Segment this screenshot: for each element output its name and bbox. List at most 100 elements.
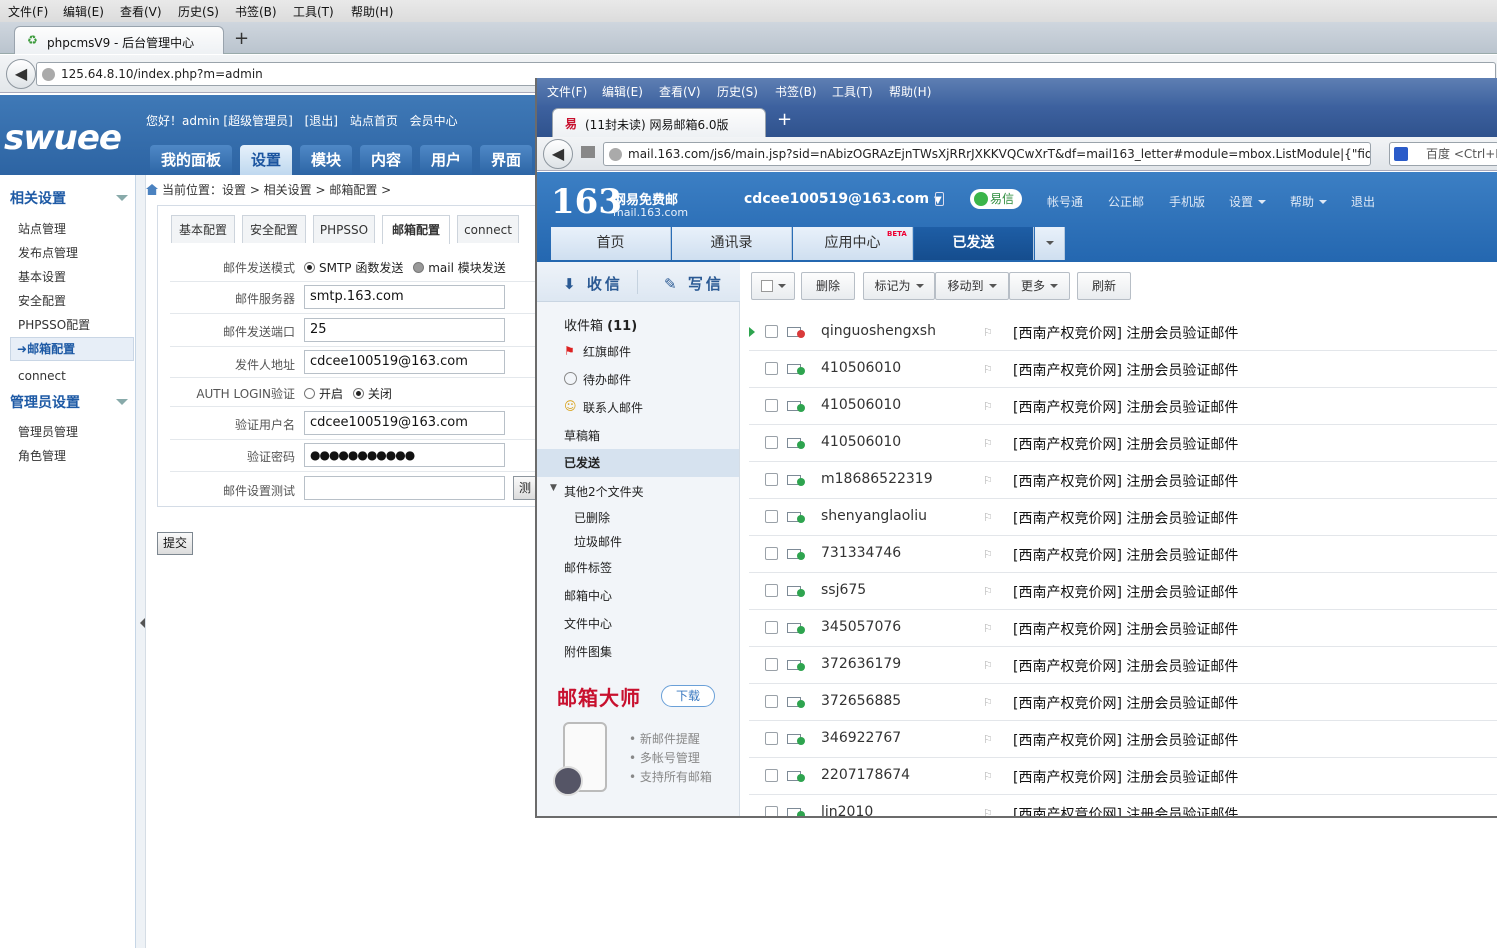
nav-drafts[interactable]: 草稿箱 [564,427,600,444]
mail-row[interactable]: 410506010 ⚐ [西南产权竞价网] 注册会员验证邮件 [749,351,1497,388]
subtab-connect[interactable]: connect [457,215,519,243]
row-checkbox[interactable] [765,806,778,816]
menu-bookmarks[interactable]: 书签(B) [235,3,277,20]
search-box[interactable]: 百度 <Ctrl+K> [1389,142,1497,166]
php-tab-content[interactable]: 内容 [360,145,412,175]
subtab-phpsso[interactable]: PHPSSO [313,215,375,243]
test-input[interactable] [304,476,505,500]
flag-icon[interactable]: ⚐ [983,326,993,339]
menu-file[interactable]: 文件(F) [8,3,48,20]
move-to-button[interactable]: 移动到 [935,272,1009,300]
server-input[interactable]: smtp.163.com [304,285,505,309]
php-tab-settings[interactable]: 设置 [240,145,292,175]
flag-icon[interactable]: ⚐ [983,733,993,746]
sidebar-item-mail[interactable]: ➜邮箱配置 [10,337,134,361]
mail-tab-home[interactable]: 首页 [551,227,671,260]
row-checkbox[interactable] [765,399,778,412]
menu-help[interactable]: 帮助(H) [351,3,393,20]
sidebar-item-phpsso[interactable]: PHPSSO配置 [18,316,90,333]
mail-row[interactable]: shenyanglaoliu ⚐ [西南产权竞价网] 注册会员验证邮件 [749,499,1497,536]
mail-row[interactable]: 731334746 ⚐ [西南产权竞价网] 注册会员验证邮件 [749,536,1497,573]
receive-button[interactable]: ⬇ 收信 [563,273,623,294]
row-checkbox[interactable] [765,584,778,597]
group-related-settings[interactable]: 相关设置 [10,188,66,208]
mail-row[interactable]: qinguoshengxsh ⚐ [西南产权竞价网] 注册会员验证邮件 [749,314,1497,351]
row-checkbox[interactable] [765,362,778,375]
php-tab-panel[interactable]: 我的面板 [150,145,232,175]
row-checkbox[interactable] [765,473,778,486]
yixin-button[interactable]: 易信 [970,189,1022,209]
submit-button[interactable]: 提交 [157,532,193,555]
mail-tab-apps[interactable]: 应用中心 BETA [793,227,913,260]
flag-icon[interactable]: ⚐ [983,511,993,524]
mail-tab-more[interactable] [1035,227,1065,260]
flag-icon[interactable]: ⚐ [983,400,993,413]
mail-row[interactable]: 346922767 ⚐ [西南产权竞价网] 注册会员验证邮件 [749,721,1497,758]
mail-row[interactable]: ssj675 ⚐ [西南产权竞价网] 注册会员验证邮件 [749,573,1497,610]
select-all-checkbox[interactable] [751,272,795,300]
w2-back-button[interactable]: ◀ [543,139,573,169]
flag-icon[interactable]: ⚐ [983,585,993,598]
subtab-security[interactable]: 安全配置 [242,215,306,243]
menu-tools[interactable]: 工具(T) [293,3,334,20]
sidebar-item-site[interactable]: 站点管理 [18,220,66,237]
link-mobile[interactable]: 手机版 [1169,193,1205,210]
site-home-link[interactable]: 站点首页 [350,114,398,128]
sidebar-item-security[interactable]: 安全配置 [18,292,66,309]
nav-spam[interactable]: 垃圾邮件 [574,533,622,550]
row-checkbox[interactable] [765,325,778,338]
row-checkbox[interactable] [765,695,778,708]
mail-logo[interactable]: 163 [551,182,622,222]
refresh-button[interactable]: 刷新 [1077,272,1131,300]
menu-view[interactable]: 查看(V) [120,3,162,20]
new-tab-button[interactable]: + [234,28,249,49]
nav-mail-center[interactable]: 邮箱中心 [564,587,612,604]
nav-todo[interactable]: 待办邮件 [583,371,631,388]
mail-row[interactable]: 372656885 ⚐ [西南产权竞价网] 注册会员验证邮件 [749,684,1497,721]
w2-menu-file[interactable]: 文件(F) [547,83,587,100]
more-button[interactable]: 更多 [1009,272,1070,300]
menu-edit[interactable]: 编辑(E) [63,3,104,20]
user-input[interactable]: cdcee100519@163.com [304,411,505,435]
mail-row[interactable]: 410506010 ⚐ [西南产权竞价网] 注册会员验证邮件 [749,425,1497,462]
w2-menu-view[interactable]: 查看(V) [659,83,701,100]
php-tab-modules[interactable]: 模块 [300,145,352,175]
link-settings[interactable]: 设置 [1229,193,1267,210]
flag-icon[interactable]: ⚐ [983,807,993,816]
write-button[interactable]: ✎ 写信 [664,273,724,294]
w2-menu-edit[interactable]: 编辑(E) [602,83,643,100]
w2-menu-tools[interactable]: 工具(T) [832,83,873,100]
mail-row[interactable]: 372636179 ⚐ [西南产权竞价网] 注册会员验证邮件 [749,647,1497,684]
nav-contacts-mail[interactable]: 联系人邮件 [583,399,643,416]
mail-row[interactable]: 410506010 ⚐ [西南产权竞价网] 注册会员验证邮件 [749,388,1497,425]
back-button[interactable]: ◀ [6,59,36,89]
tab-163mail[interactable]: 易 (11封未读) 网易邮箱6.0版 [552,108,766,137]
radio-auth-off[interactable] [352,388,364,399]
nav-attachments[interactable]: 附件图集 [564,643,612,660]
row-checkbox[interactable] [765,769,778,782]
pass-input[interactable]: ●●●●●●●●●●● [304,443,505,467]
nav-labels[interactable]: 邮件标签 [564,559,612,576]
port-input[interactable]: 25 [304,318,505,342]
collapse-arrow-icon[interactable] [116,399,128,405]
mail-row[interactable]: lin2010 ⚐ [西南产权竞价网] 注册会员验证邮件 [749,795,1497,816]
mail-row[interactable]: m18686522319 ⚐ [西南产权竞价网] 注册会员验证邮件 [749,462,1497,499]
mail-row[interactable]: 2207178674 ⚐ [西南产权竞价网] 注册会员验证邮件 [749,758,1497,795]
grid-icon[interactable] [581,146,595,158]
link-account[interactable]: 帐号通 [1047,193,1083,210]
flag-icon[interactable]: ⚐ [983,770,993,783]
flag-icon[interactable]: ⚐ [983,659,993,672]
collapse-arrow-icon[interactable] [116,195,128,201]
mail-tab-sent[interactable]: 已发送 [914,227,1034,260]
sidebar-item-basic[interactable]: 基本设置 [18,268,66,285]
from-input[interactable]: cdcee100519@163.com [304,350,505,374]
nav-deleted[interactable]: 已删除 [574,509,610,526]
mail-tab-contacts[interactable]: 通讯录 [672,227,792,260]
link-logout[interactable]: 退出 [1351,193,1375,210]
apps-grid-icon[interactable] [553,766,583,796]
flag-icon[interactable]: ⚐ [983,622,993,635]
row-checkbox[interactable] [765,547,778,560]
mail-user-account[interactable]: cdcee100519@163.com ▼ [744,191,942,207]
php-tab-ui[interactable]: 界面 [480,145,532,175]
chevron-down-icon[interactable]: ▼ [550,483,563,496]
